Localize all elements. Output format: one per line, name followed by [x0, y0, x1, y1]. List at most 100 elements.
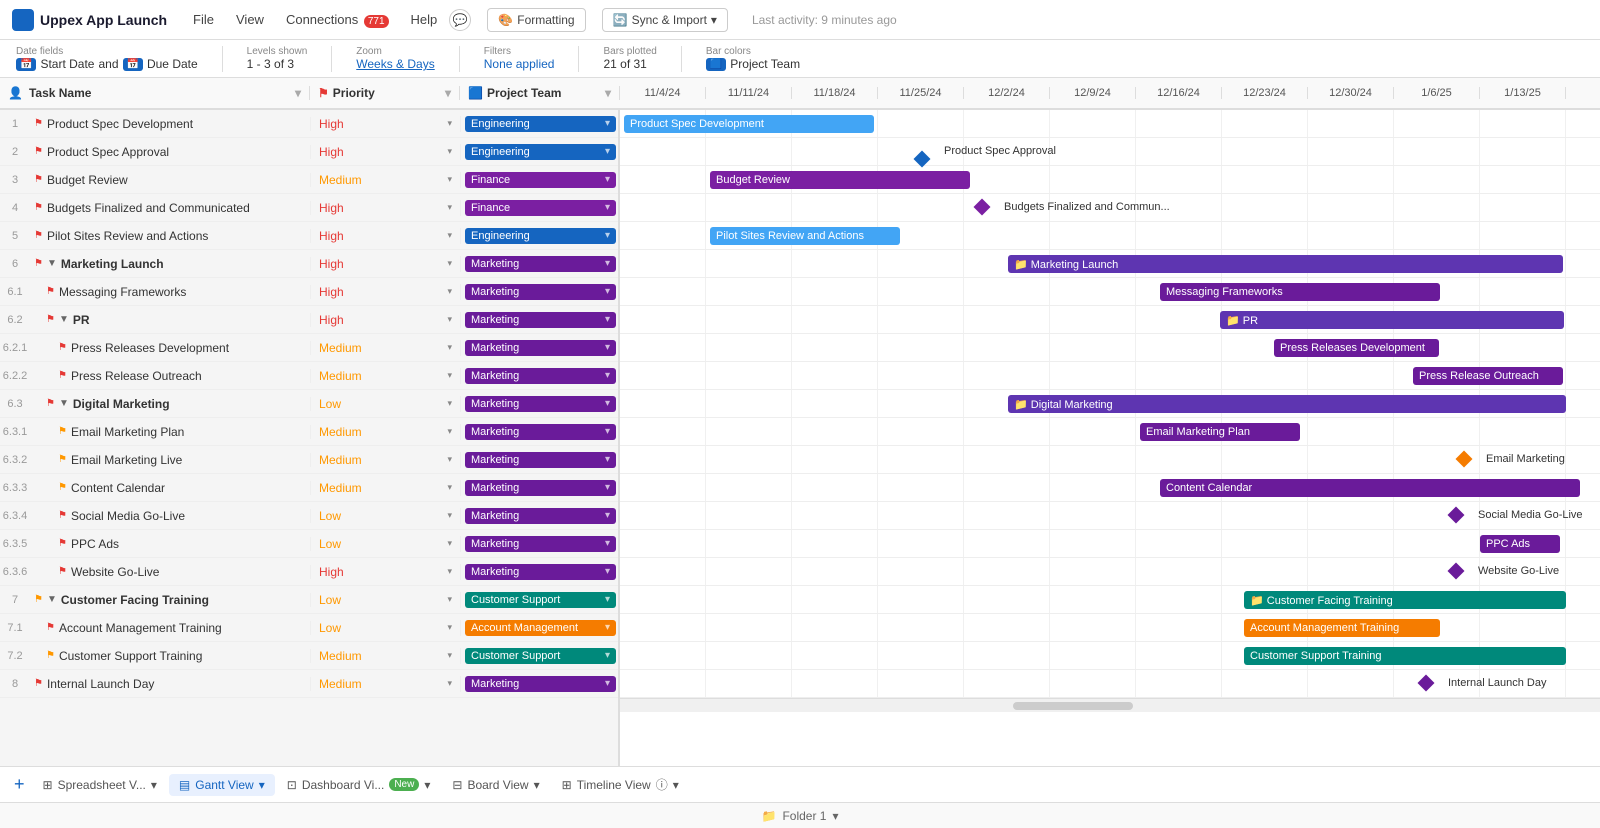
flag-icon: ⚑ [46, 622, 55, 633]
team-badge[interactable]: Marketing ▾ [465, 396, 616, 412]
tab-board[interactable]: ⊟ Board View ▾ [442, 774, 549, 796]
gantt-bar[interactable]: Press Release Outreach [1413, 367, 1563, 385]
gantt-row: Social Media Go-Live [620, 502, 1600, 530]
scrollbar-area[interactable] [620, 698, 1600, 712]
team-filter-btn[interactable]: ▾ [605, 86, 611, 100]
col-task-name[interactable]: 👤 Task Name ▾ [0, 86, 310, 100]
dashboard-icon: ⊡ [287, 778, 297, 792]
chevron-down-icon: ▾ [673, 778, 679, 792]
team-badge[interactable]: Marketing ▾ [465, 424, 616, 440]
gantt-bar[interactable]: 📁 Digital Marketing [1008, 395, 1566, 413]
tab-timeline[interactable]: ⊞ Timeline View ⓘ ▾ [552, 772, 689, 797]
gantt-row: 📁 Digital Marketing [620, 390, 1600, 418]
col-project-team[interactable]: 🟦 Project Team ▾ [460, 86, 620, 100]
gantt-row: Budget Review [620, 166, 1600, 194]
gantt-content: Product Spec Development Product Spec Ap… [620, 110, 1600, 698]
team-badge[interactable]: Customer Support ▾ [465, 592, 616, 608]
gantt-row: Press Releases Development [620, 334, 1600, 362]
nav-connections[interactable]: Connections 771 [276, 8, 399, 31]
date-col-9: 1/6/25 [1394, 87, 1480, 99]
nav-help[interactable]: Help [401, 8, 448, 31]
date-col-2: 11/18/24 [792, 87, 878, 99]
col-priority[interactable]: ⚑ Priority ▾ [310, 86, 460, 100]
add-view-button[interactable]: + [8, 774, 31, 795]
team-badge[interactable]: Marketing ▾ [465, 536, 616, 552]
formatting-button[interactable]: 🎨 Formatting [487, 8, 585, 32]
task-icon: 👤 [8, 86, 23, 100]
sync-import-button[interactable]: 🔄 Sync & Import ▾ [602, 8, 728, 32]
tab-dashboard[interactable]: ⊡ Dashboard Vi... New ▾ [277, 774, 441, 796]
gantt-bar[interactable]: Messaging Frameworks [1160, 283, 1440, 301]
flag-icon: ⚑ [46, 650, 55, 661]
team-badge[interactable]: Marketing ▾ [465, 256, 616, 272]
gantt-bar[interactable]: Content Calendar [1160, 479, 1580, 497]
nav-view[interactable]: View [226, 8, 274, 31]
spreadsheet-icon: ⊞ [43, 778, 53, 792]
gantt-row: Product Spec Approval [620, 138, 1600, 166]
date-col-6: 12/16/24 [1136, 87, 1222, 99]
team-badge[interactable]: Marketing ▾ [465, 508, 616, 524]
column-header: 👤 Task Name ▾ ⚑ Priority ▾ 🟦 Project Tea… [0, 78, 1600, 110]
app-logo: Uppex App Launch [12, 9, 167, 31]
gantt-bar[interactable]: 📁 Customer Facing Training [1244, 591, 1566, 609]
date-fields-group: Date fields 📅 Start Date and 📅 Due Date [16, 46, 198, 71]
team-badge[interactable]: Customer Support ▾ [465, 648, 616, 664]
table-row: 7.1 ⚑ Account Management Training Low ▾ … [0, 614, 618, 642]
tab-spreadsheet[interactable]: ⊞ Spreadsheet V... ▾ [33, 774, 167, 796]
priority-filter-btn[interactable]: ▾ [445, 86, 451, 100]
team-badge[interactable]: Marketing ▾ [465, 340, 616, 356]
tab-gantt[interactable]: ▤ Gantt View ▾ [169, 774, 275, 796]
gantt-bar[interactable]: Budget Review [710, 171, 970, 189]
flag-icon: ⚑ [46, 314, 55, 325]
team-badge[interactable]: Finance ▾ [465, 172, 616, 188]
date-col-7: 12/23/24 [1222, 87, 1308, 99]
flag-icon: ⚑ [58, 482, 67, 493]
date-col-5: 12/9/24 [1050, 87, 1136, 99]
flag-icon: ⚑ [58, 426, 67, 437]
table-row: 6.2.1 ⚑ Press Releases Development Mediu… [0, 334, 618, 362]
milestone: Product Spec Approval [916, 145, 1056, 157]
gantt-row: Website Go-Live [620, 558, 1600, 586]
gantt-bar[interactable]: 📁 PR [1220, 311, 1564, 329]
folder-label: Folder 1 [782, 809, 826, 823]
team-badge[interactable]: Marketing ▾ [465, 368, 616, 384]
table-row: 6.3.4 ⚑ Social Media Go-Live Low ▾ Marke… [0, 502, 618, 530]
table-row: 7.2 ⚑ Customer Support Training Medium ▾… [0, 642, 618, 670]
team-badge[interactable]: Marketing ▾ [465, 312, 616, 328]
zoom-group[interactable]: Zoom Weeks & Days [356, 46, 434, 71]
date-col-1: 11/11/24 [706, 87, 792, 99]
priority-icon: ⚑ [318, 86, 329, 100]
flag-icon: ⚑ [34, 230, 43, 241]
team-badge[interactable]: Account Management ▾ [465, 620, 616, 636]
scrollbar-thumb[interactable] [1013, 702, 1133, 710]
team-badge[interactable]: Engineering ▾ [465, 144, 616, 160]
team-badge[interactable]: Marketing ▾ [465, 284, 616, 300]
gantt-bar[interactable]: Press Releases Development [1274, 339, 1439, 357]
chat-icon[interactable]: 💬 [449, 9, 471, 31]
team-badge[interactable]: Engineering ▾ [465, 228, 616, 244]
gantt-bar[interactable]: Product Spec Development [624, 115, 874, 133]
team-badge[interactable]: Marketing ▾ [465, 480, 616, 496]
flag-icon: ⚑ [58, 342, 67, 353]
flag-icon: ⚑ [46, 286, 55, 297]
team-badge[interactable]: Marketing ▾ [465, 676, 616, 692]
gantt-bar[interactable]: 📁 Marketing Launch [1008, 255, 1563, 273]
table-row: 4 ⚑ Budgets Finalized and Communicated H… [0, 194, 618, 222]
team-badge[interactable]: Marketing ▾ [465, 452, 616, 468]
gantt-bar[interactable]: Account Management Training [1244, 619, 1440, 637]
gantt-bar[interactable]: Pilot Sites Review and Actions [710, 227, 900, 245]
team-badge[interactable]: Finance ▾ [465, 200, 616, 216]
app-name: Uppex App Launch [40, 12, 167, 28]
gantt-row: Messaging Frameworks [620, 278, 1600, 306]
filters-group[interactable]: Filters None applied [484, 46, 555, 71]
sep3 [459, 46, 460, 72]
gantt-bar[interactable]: PPC Ads [1480, 535, 1560, 553]
gantt-bar[interactable]: Email Marketing Plan [1140, 423, 1300, 441]
footer: 📁 Folder 1 ▾ [0, 802, 1600, 828]
table-row: 6.1 ⚑ Messaging Frameworks High ▾ Market… [0, 278, 618, 306]
team-badge[interactable]: Engineering ▾ [465, 116, 616, 132]
team-badge[interactable]: Marketing ▾ [465, 564, 616, 580]
nav-file[interactable]: File [183, 8, 224, 31]
gantt-bar[interactable]: Customer Support Training [1244, 647, 1566, 665]
col-filter-btn[interactable]: ▾ [295, 86, 301, 100]
